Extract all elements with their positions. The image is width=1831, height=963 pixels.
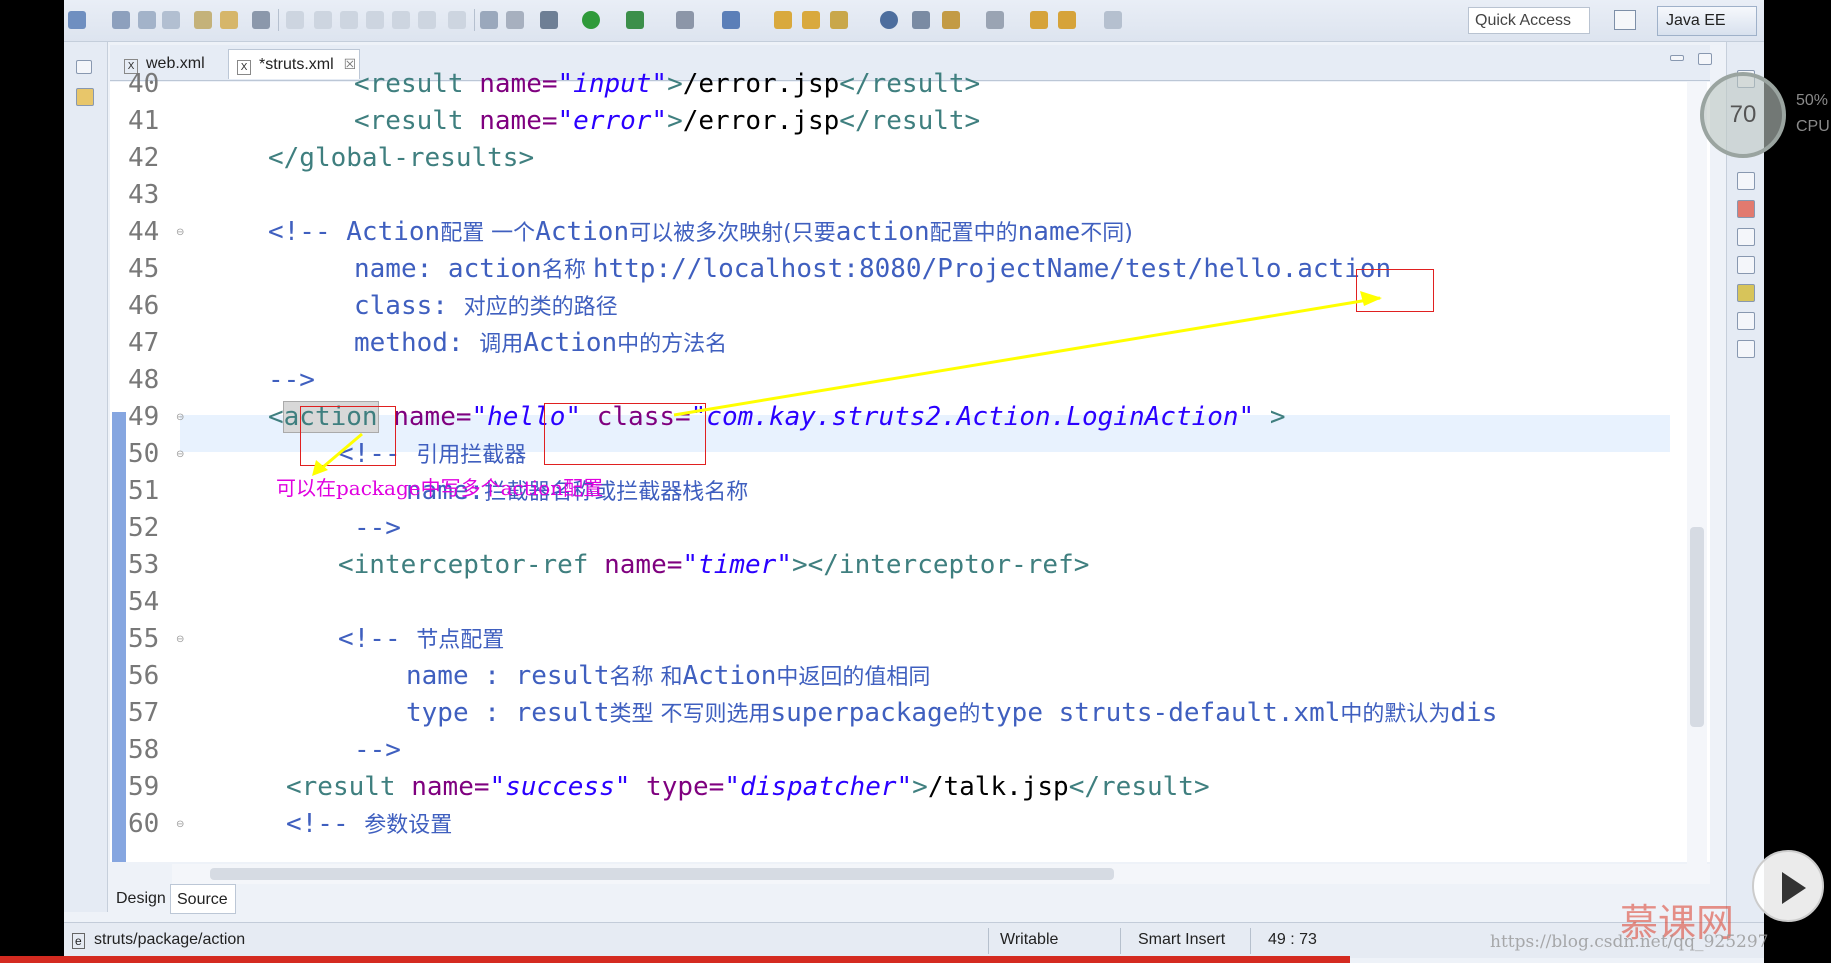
cpu-percent: 70 bbox=[1729, 101, 1757, 128]
element-icon: e bbox=[72, 933, 85, 949]
watermark-tail: 925297 bbox=[1703, 932, 1769, 952]
cpu-label-text: CPU bbox=[1796, 118, 1830, 135]
cpu-monitor-badge: 70 bbox=[1700, 72, 1786, 158]
cpu-label: 50% CPU bbox=[1796, 88, 1830, 140]
video-play-button[interactable] bbox=[1752, 850, 1824, 922]
annotation-note: 可以在package中写多个action配置 bbox=[276, 476, 604, 500]
properties-icon[interactable] bbox=[1737, 228, 1755, 246]
tab-source[interactable]: Source bbox=[170, 884, 236, 914]
data-source-icon[interactable] bbox=[1737, 284, 1755, 302]
watermark-url: https://blog.csdn.net/qq_ bbox=[1490, 932, 1704, 952]
breadcrumb-path: struts/package/action bbox=[94, 931, 246, 948]
cursor-position: 49 : 73 bbox=[1268, 931, 1317, 948]
writable-status: Writable bbox=[1000, 931, 1059, 948]
cpu-label-percent: 50% bbox=[1796, 92, 1829, 109]
servers-icon[interactable] bbox=[1737, 256, 1755, 274]
status-separator bbox=[988, 928, 989, 954]
outline-icon[interactable] bbox=[1737, 172, 1755, 190]
status-separator bbox=[1250, 928, 1251, 954]
status-separator bbox=[1120, 928, 1121, 954]
eclipse-window: Quick Access Java EE Xweb.xml X *struts.x… bbox=[64, 0, 1764, 963]
markers-icon[interactable] bbox=[1737, 200, 1755, 218]
tab-design[interactable]: Design bbox=[110, 884, 170, 914]
annotation-arrow bbox=[673, 296, 1381, 417]
video-progress-bar[interactable] bbox=[0, 956, 1350, 963]
arrowhead-icon bbox=[1360, 291, 1382, 306]
insert-mode-status: Smart Insert bbox=[1138, 931, 1226, 948]
watermark: https://blog.csdn.net/qq_925297 bbox=[1490, 932, 1768, 952]
snippets-icon[interactable] bbox=[1737, 312, 1755, 330]
right-trim-bar bbox=[1726, 42, 1764, 922]
console-icon[interactable] bbox=[1737, 340, 1755, 358]
